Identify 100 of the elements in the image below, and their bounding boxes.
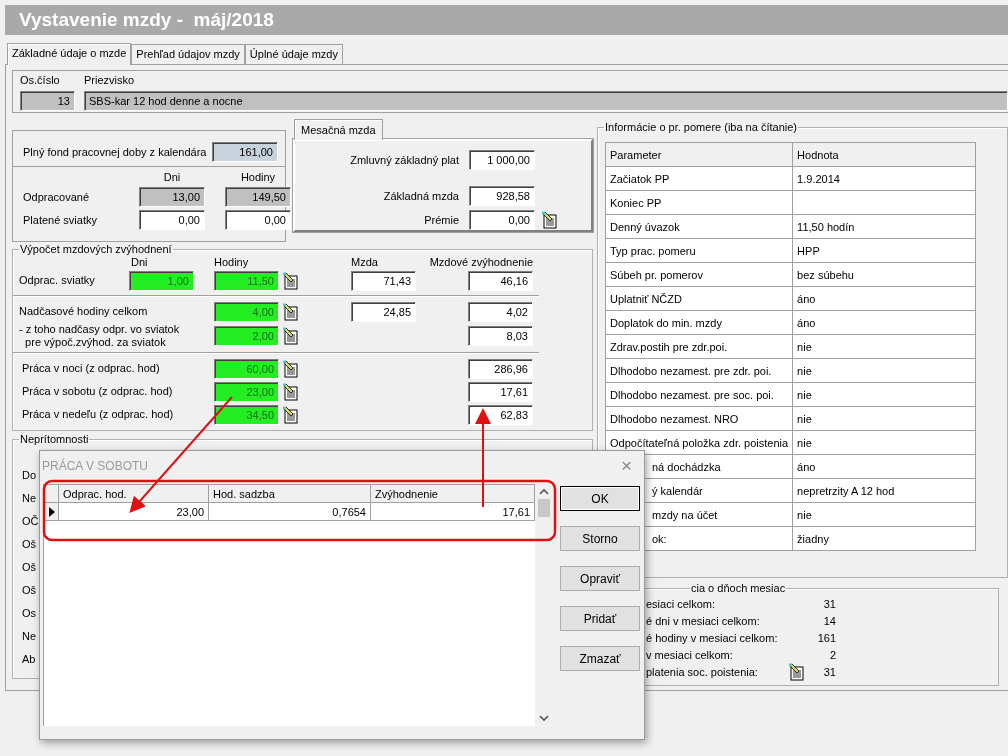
row-value: 2	[828, 648, 836, 661]
bonus-field[interactable]: 17,61	[468, 381, 533, 402]
tab[interactable]: Prehľad údajov mzdy	[131, 44, 245, 64]
dialog-button[interactable]: Zmazať	[560, 646, 640, 671]
row-label: Nadčasové hodiny celkom	[19, 305, 149, 318]
table-cell: áno	[792, 454, 976, 479]
hours-field[interactable]: 2,00	[214, 326, 279, 346]
group-title: cia o dňoch mesiac	[690, 582, 787, 595]
column-header: Mzda	[351, 256, 379, 269]
notepad-icon[interactable]	[282, 302, 300, 321]
window-title: Vystavenie mzdy - máj/2018	[5, 5, 1008, 35]
hours-field[interactable]: 23,00	[214, 381, 279, 402]
row-value: 161	[816, 631, 836, 644]
column-header: Hodiny	[239, 171, 277, 184]
notepad-icon[interactable]	[788, 662, 806, 681]
row-label: Odpracované	[23, 190, 91, 204]
field-label: Os.číslo	[20, 73, 61, 88]
bonus-field[interactable]: 8,03	[468, 326, 533, 346]
notepad-icon[interactable]	[282, 359, 300, 378]
column-header: Zvýhodnenie	[370, 484, 535, 503]
fund-label: Plný fond pracovnej doby z kalendára	[23, 144, 207, 159]
column-header: Hod. sadzba	[208, 484, 371, 503]
bonus-field[interactable]: 62,83	[468, 404, 533, 425]
hours-field[interactable]: 149,50	[225, 187, 291, 207]
column-header: Parameter	[605, 142, 793, 167]
table-cell: nie	[792, 502, 976, 527]
notepad-icon[interactable]	[282, 405, 300, 424]
table-cell: nie	[792, 334, 976, 359]
tab[interactable]: Úplné údaje mzdy	[244, 44, 343, 64]
tab[interactable]: Základné údaje o mzde	[7, 43, 132, 65]
table-cell: nie	[792, 358, 976, 383]
days-field[interactable]: 1,00	[129, 270, 194, 291]
row-label: Ab	[22, 652, 36, 666]
bonus-field[interactable]: 4,02	[468, 301, 533, 322]
row-label: Ne	[22, 491, 37, 505]
row-label: Základná mzda	[382, 189, 460, 204]
hours-field[interactable]: 34,50	[214, 404, 279, 425]
dialog-button[interactable]: OK	[560, 486, 640, 511]
notepad-icon[interactable]	[282, 382, 300, 401]
row-label: Odprac. sviatky	[19, 274, 96, 287]
row-label: platenia soc. poistenia:	[646, 665, 759, 678]
days-field[interactable]: 0,00	[139, 210, 205, 230]
table-cell: áno	[792, 310, 976, 335]
bonus-field[interactable]: 286,96	[468, 358, 533, 379]
dialog-button[interactable]: Storno	[560, 526, 640, 551]
dialog-button[interactable]: Pridať	[560, 606, 640, 631]
chevron-down-icon[interactable]	[539, 715, 549, 722]
amount-field[interactable]: 928,58	[469, 186, 535, 206]
table-cell[interactable]: 23,00	[58, 502, 209, 521]
notepad-icon[interactable]	[282, 271, 300, 290]
notepad-icon[interactable]	[541, 211, 559, 229]
row-label: Práca v nedeľu (z odprac. hod)	[21, 408, 175, 421]
row-label: Prémie	[423, 213, 460, 228]
dialog-button[interactable]: Opraviť	[560, 566, 640, 591]
row-value: 31	[822, 665, 836, 678]
employee-number-field[interactable]: 13	[20, 90, 75, 111]
table-cell: Dlhodobo nezamest. pre soc. poi.	[605, 382, 793, 407]
row-label: Ne	[22, 629, 37, 643]
table-cell[interactable]: 0,7654	[208, 502, 371, 521]
row-label: OČ	[22, 514, 39, 528]
hours-field[interactable]: 4,00	[214, 301, 279, 322]
table-cell: HPP	[792, 238, 976, 263]
field-label: Priezvisko	[84, 73, 136, 88]
group-title: Informácie o pr. pomere (iba na čítanie)	[604, 121, 798, 134]
row-label: é hodiny v mesiaci celkom:	[646, 631, 779, 644]
table-cell: Dlhodobo nezamest. pre zdr. poi.	[605, 358, 793, 383]
table-cell: bez súbehu	[792, 262, 976, 287]
scrollbar-thumb[interactable]	[538, 499, 550, 517]
row-label: Do	[22, 468, 37, 482]
wage-field[interactable]: 24,85	[351, 301, 416, 322]
table-cell[interactable]: 17,61	[370, 502, 535, 521]
row-label: v mesiaci celkom:	[646, 648, 734, 661]
dialog-title: PRÁCA V SOBOTU	[42, 458, 149, 473]
notepad-icon[interactable]	[282, 327, 300, 345]
column-header: Dni	[130, 256, 149, 269]
employee-name-field[interactable]: SBS-kar 12 hod denne a nocne	[84, 90, 1008, 111]
column-header: Odprac. hod.	[58, 484, 209, 503]
hours-field[interactable]: 0,00	[225, 210, 291, 230]
days-field[interactable]: 13,00	[139, 187, 205, 207]
row-label: Oš	[22, 583, 37, 597]
fund-field[interactable]: 161,00	[212, 141, 278, 162]
table-cell: 1.9.2014	[792, 166, 976, 191]
row-label: Oš	[22, 537, 37, 551]
table-cell: Uplatniť NČZD	[605, 286, 793, 311]
table-cell: Typ prac. pomeru	[605, 238, 793, 263]
chevron-up-icon[interactable]	[539, 488, 549, 495]
hours-field[interactable]: 60,00	[214, 358, 279, 379]
tab[interactable]: Mesačná mzda	[294, 119, 383, 140]
row-label: - z toho nadčasy odpr. vo sviatok pre výpoč.zvýhod. za sviatok	[19, 323, 181, 349]
column-header: Hodnota	[792, 142, 976, 167]
amount-field[interactable]: 1 000,00	[469, 150, 535, 170]
bonus-field[interactable]: 46,16	[468, 270, 533, 291]
table-cell: Začiatok PP	[605, 166, 793, 191]
column-header: Mzdové zvýhodnenie	[428, 256, 533, 269]
wage-field[interactable]: 71,43	[351, 270, 416, 291]
hours-field[interactable]: 11,50	[214, 270, 279, 291]
row-label: é dni v mesiaci celkom:	[646, 614, 761, 627]
table-cell: nepretrzity A 12 hod	[792, 478, 976, 503]
row-label: esiaci celkom:	[646, 597, 717, 610]
amount-field[interactable]: 0,00	[469, 210, 535, 230]
